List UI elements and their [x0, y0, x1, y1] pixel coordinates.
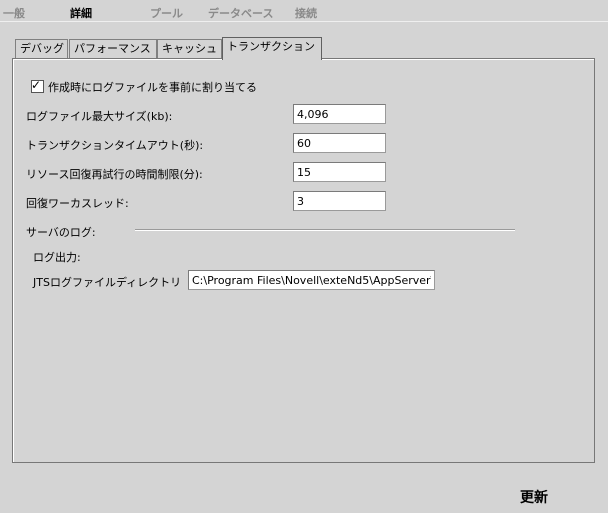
nav-item-pool[interactable]: プール — [150, 5, 183, 21]
server-log-divider — [135, 229, 515, 231]
jts-dir-label: JTSログファイルディレクトリ — [33, 276, 182, 289]
worker-threads-input[interactable] — [293, 191, 386, 211]
log-output-label: ログ出力: — [33, 251, 81, 264]
retry-limit-label: リソース回復再試行の時間制限(分): — [26, 168, 203, 181]
top-navigation: 一般 詳細 プール データベース 接続 — [0, 0, 608, 22]
nav-item-advanced[interactable]: 詳細 — [70, 5, 92, 21]
worker-threads-label: 回復ワーカスレッド: — [26, 197, 129, 210]
tab-transaction[interactable]: トランザクション — [222, 37, 322, 60]
allocate-log-checkbox[interactable]: ✓ — [31, 78, 44, 93]
allocate-log-label: 作成時にログファイルを事前に割り当てる — [48, 81, 257, 94]
nav-item-database[interactable]: データベース — [208, 5, 273, 21]
checkmark-icon: ✓ — [31, 78, 42, 92]
tab-cache[interactable]: キャッシュ — [157, 39, 222, 59]
jts-dir-input[interactable] — [188, 270, 435, 290]
max-log-size-label: ログファイル最大サイズ(kb): — [26, 110, 173, 123]
timeout-input[interactable] — [293, 133, 386, 153]
nav-divider — [0, 21, 608, 22]
nav-item-general[interactable]: 一般 — [3, 5, 25, 21]
tab-debug[interactable]: デバッグ — [15, 39, 68, 59]
transaction-panel: ✓ 作成時にログファイルを事前に割り当てる ログファイル最大サイズ(kb): ト… — [12, 58, 595, 463]
nav-item-connection[interactable]: 接続 — [295, 5, 317, 21]
retry-limit-input[interactable] — [293, 162, 386, 182]
timeout-label: トランザクションタイムアウト(秒): — [26, 139, 204, 152]
max-log-size-input[interactable] — [293, 104, 386, 124]
server-log-section-title: サーバのログ: — [26, 226, 96, 239]
update-button[interactable]: 更新 — [520, 487, 548, 507]
tab-performance[interactable]: パフォーマンス — [69, 39, 157, 59]
